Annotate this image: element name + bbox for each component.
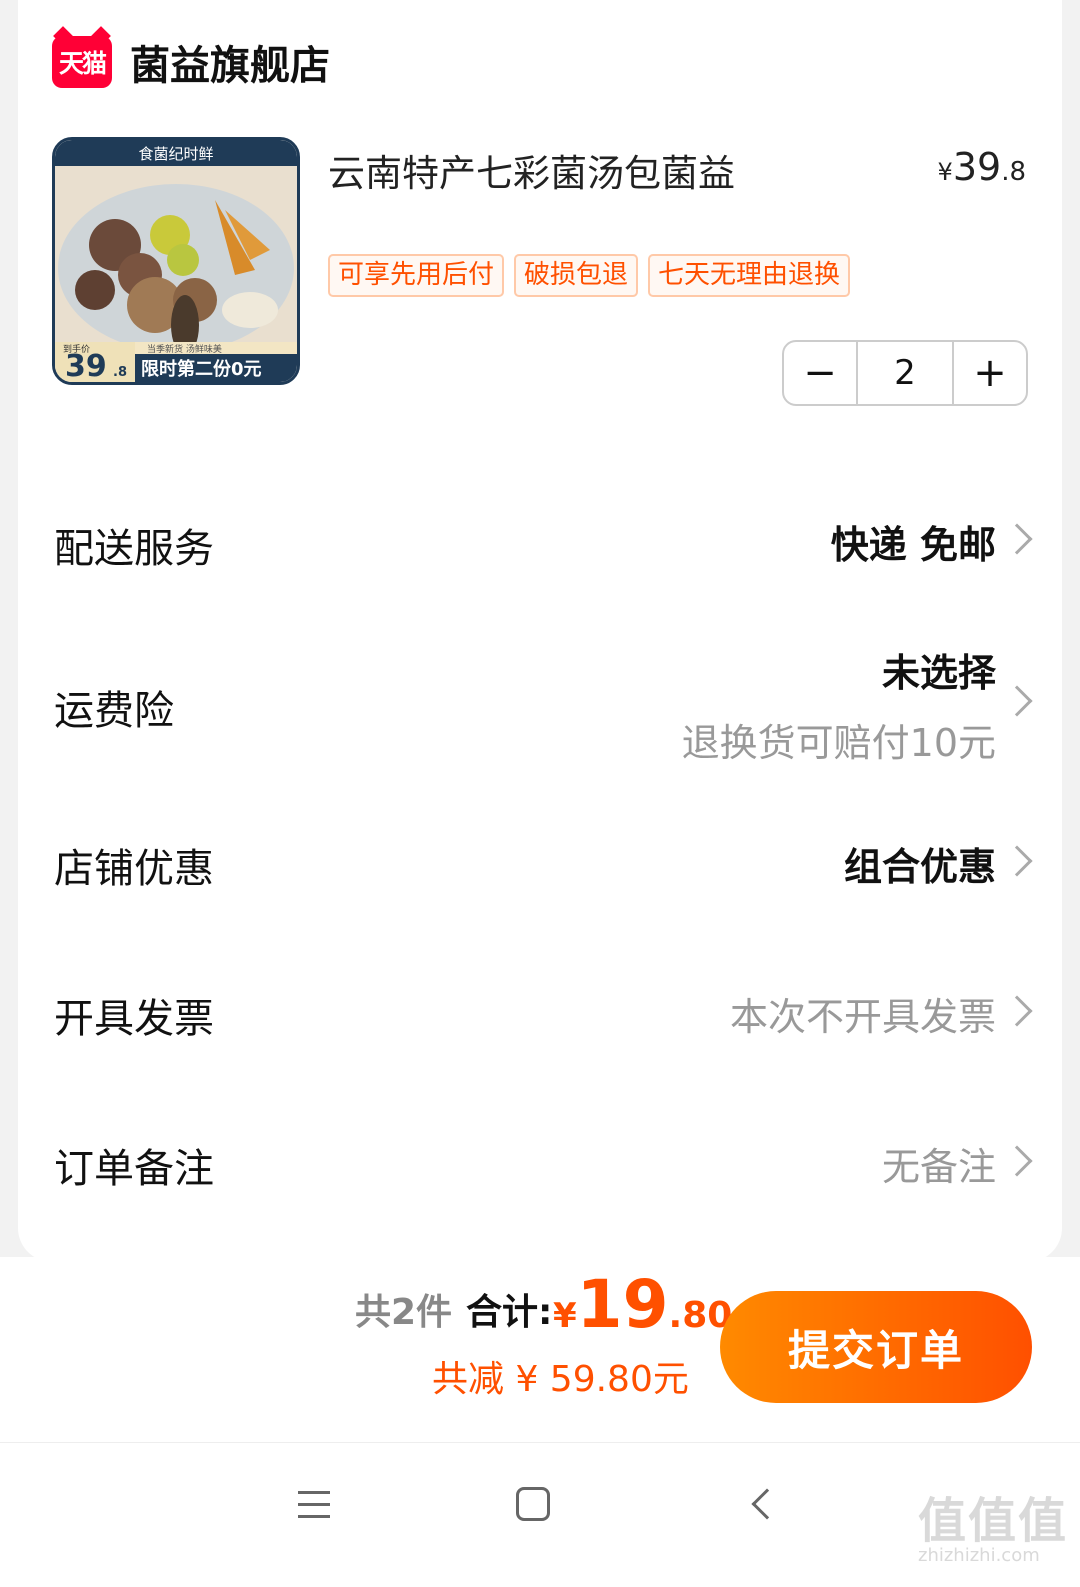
order-card: 天猫 菌益旗舰店 食菌纪时鲜 到手价 39 .8 当季新货 汤鲜味美 限时第二份…	[18, 0, 1062, 1262]
home-icon[interactable]	[516, 1487, 550, 1521]
product-price: ¥39.8	[938, 145, 1026, 189]
tmall-logo-icon: 天猫	[52, 36, 112, 88]
submit-order-button[interactable]: 提交订单	[720, 1291, 1032, 1403]
watermark: 值值值 zhizhizhi.com	[918, 1481, 1068, 1566]
tag-pay-later: 可享先用后付	[328, 254, 505, 297]
tag-seven-day-return: 七天无理由退换	[648, 254, 851, 297]
product-title[interactable]: 云南特产七彩菌汤包菌益	[328, 143, 735, 197]
row-label: 开具发票	[54, 996, 214, 1042]
row-store-discount[interactable]: 店铺优惠 组合优惠	[18, 790, 1062, 930]
total-currency: ¥	[553, 1296, 577, 1336]
row-label: 订单备注	[54, 1146, 214, 1192]
row-invoice[interactable]: 开具发票 本次不开具发票	[18, 940, 1062, 1080]
quantity-stepper: − 2 +	[782, 340, 1028, 406]
total-label: 合计:	[466, 1292, 553, 1333]
row-order-note[interactable]: 订单备注 无备注	[18, 1090, 1062, 1230]
service-tags: 可享先用后付 破损包退 七天无理由退换	[328, 254, 851, 297]
image-price-dec: .8	[113, 365, 127, 380]
chevron-right-icon	[1001, 995, 1033, 1027]
price-decimal: .8	[1001, 157, 1026, 187]
quantity-value[interactable]: 2	[856, 342, 954, 404]
product-image[interactable]: 食菌纪时鲜 到手价 39 .8 当季新货 汤鲜味美 限时第二份0元	[52, 137, 300, 385]
chevron-right-icon	[1001, 1145, 1033, 1177]
chevron-right-icon	[1001, 685, 1033, 717]
chevron-right-icon	[1001, 523, 1033, 555]
image-subtitle: 当季新货 汤鲜味美	[147, 343, 222, 355]
chevron-right-icon	[1001, 845, 1033, 877]
row-label: 店铺优惠	[54, 846, 214, 892]
increase-button[interactable]: +	[954, 342, 1026, 404]
row-value: 无备注	[881, 1145, 996, 1189]
row-shipping-insurance[interactable]: 运费险 未选择 退换货可赔付10元	[18, 620, 1062, 790]
decrease-button[interactable]: −	[784, 342, 856, 404]
row-subvalue: 退换货可赔付10元	[681, 721, 996, 765]
row-delivery[interactable]: 配送服务 快递 免邮	[18, 470, 1062, 610]
total-integer: 19	[576, 1266, 669, 1343]
row-value: 组合优惠	[843, 845, 996, 889]
image-price: 39	[65, 349, 107, 382]
row-value: 快递 免邮	[830, 523, 996, 567]
item-count: 共2件	[355, 1292, 453, 1333]
image-promo: 限时第二份0元	[141, 358, 262, 380]
tag-damage-refund: 破损包退	[514, 254, 639, 297]
row-label: 运费险	[54, 688, 174, 734]
row-label: 配送服务	[54, 526, 214, 572]
row-value: 本次不开具发票	[729, 995, 996, 1039]
watermark-logo: 值值值	[918, 1493, 1069, 1549]
image-brand: 食菌纪时鲜	[138, 145, 213, 163]
system-nav-bar: 值值值 zhizhizhi.com	[0, 1442, 1080, 1587]
row-value: 未选择	[881, 651, 996, 695]
store-header[interactable]: 天猫 菌益旗舰店	[52, 34, 330, 90]
price-currency: ¥	[937, 158, 953, 186]
discount-total: 共减 ¥ 59.80元	[432, 1359, 689, 1400]
price-integer: 39	[952, 145, 1002, 189]
total-price: ¥19.80	[553, 1266, 732, 1343]
menu-icon[interactable]	[298, 1491, 330, 1519]
store-name: 菌益旗舰店	[130, 43, 330, 89]
back-icon[interactable]	[751, 1488, 783, 1520]
